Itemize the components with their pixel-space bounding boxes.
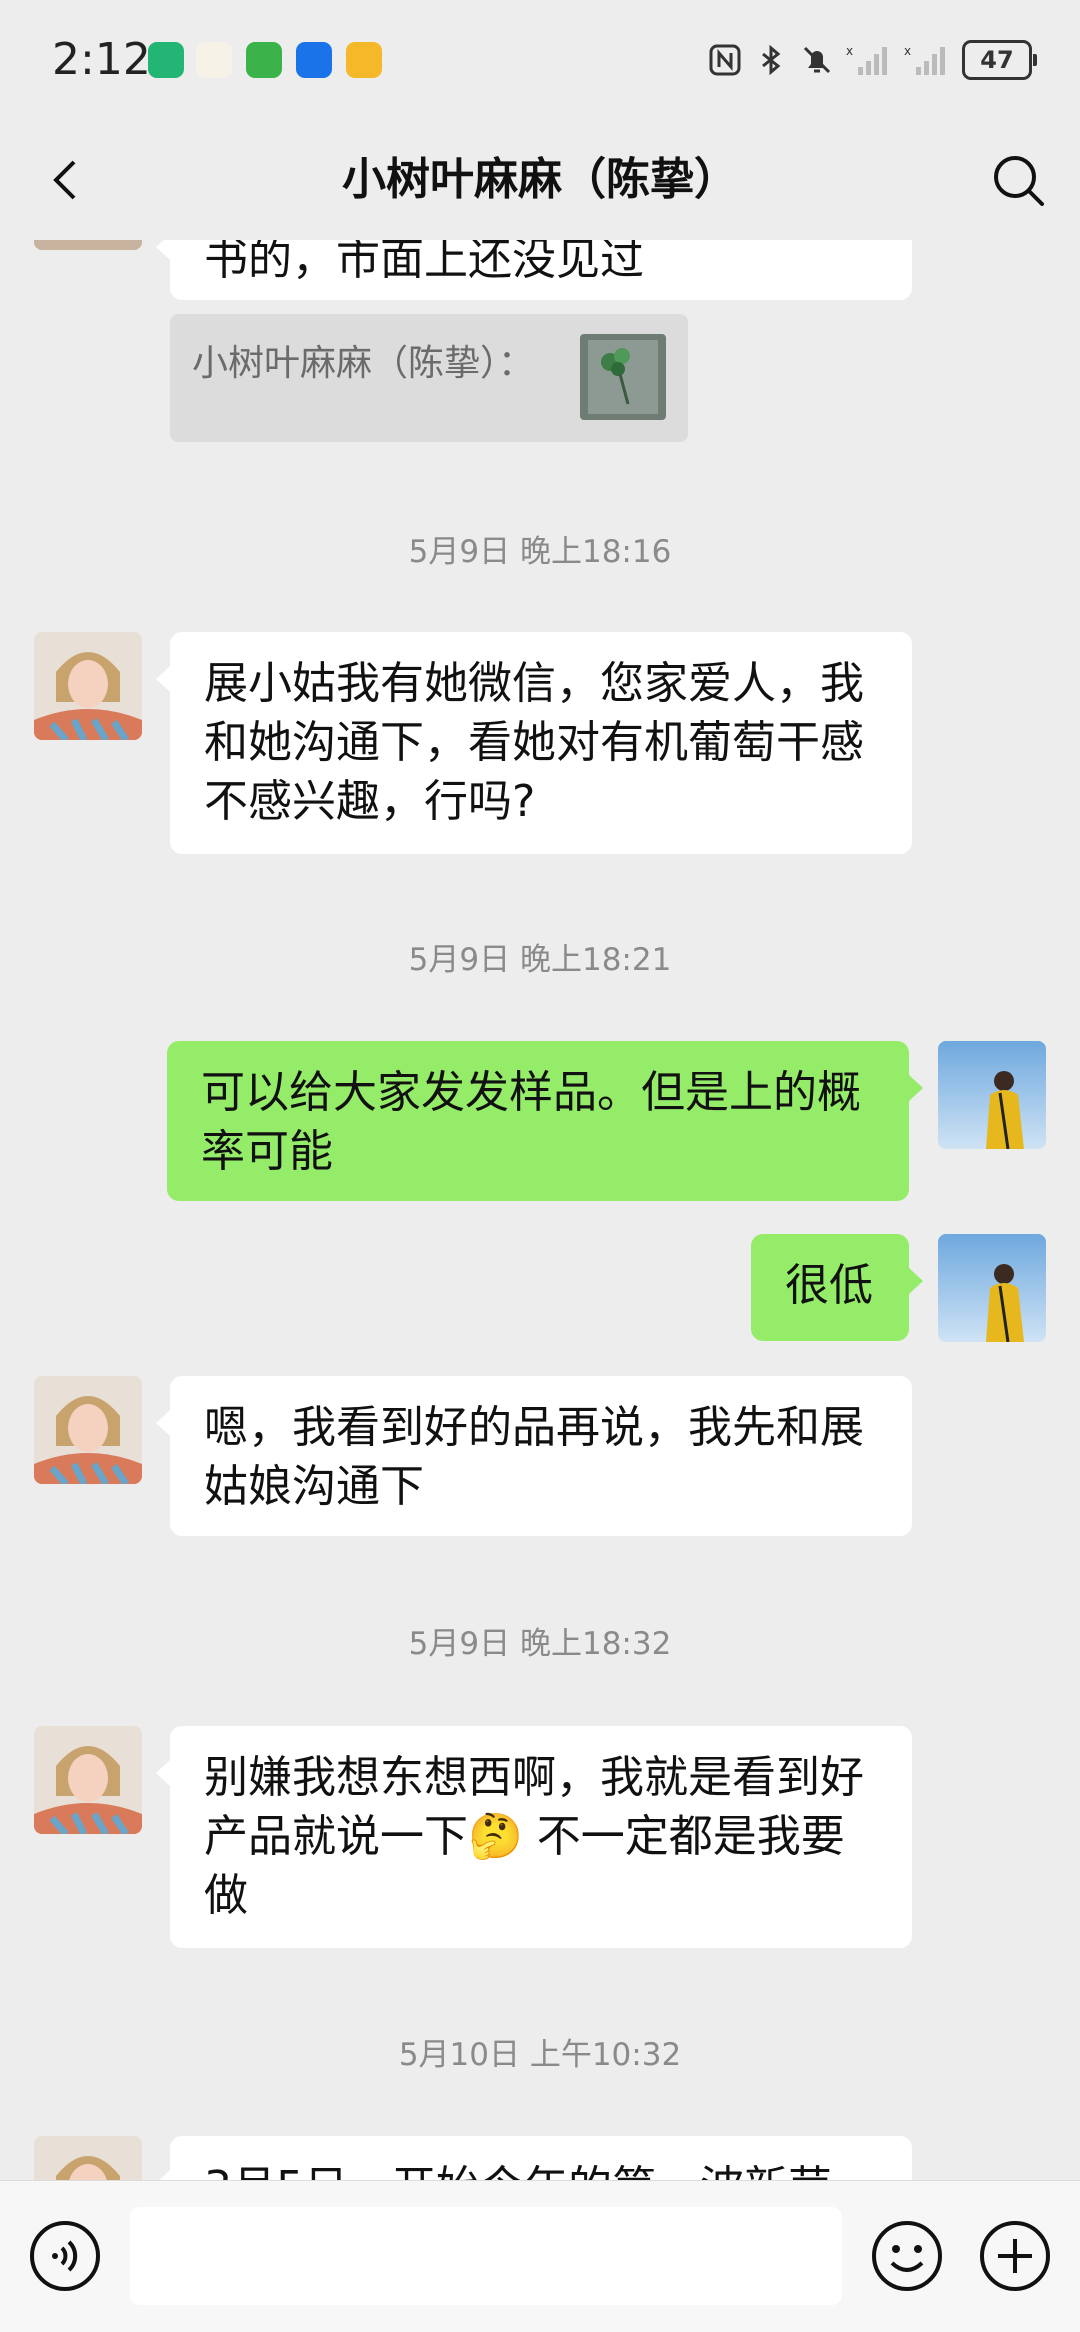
message-text: 可以给大家发发样品。但是上的概率可能	[201, 1067, 861, 1177]
voice-icon	[30, 2221, 100, 2291]
message-bubble[interactable]: 嗯，我看到好的品再说，我先和展姑娘沟通下	[156, 1376, 912, 1536]
quote-image-thumbnail[interactable]	[580, 334, 666, 420]
message-text: 3月5日，开始今年的第一波新芽	[204, 2162, 832, 2180]
timestamp: 5月9日 晚上18:16	[408, 534, 672, 570]
contact-avatar[interactable]	[34, 1726, 142, 1834]
app-notification-icon	[196, 42, 232, 78]
my-avatar[interactable]	[938, 1041, 1046, 1149]
contact-avatar[interactable]	[34, 632, 142, 740]
message-text: 很低	[785, 1260, 873, 1311]
bluetooth-icon	[754, 43, 788, 77]
search-button[interactable]	[986, 148, 1050, 212]
app-notification-icon	[148, 42, 184, 78]
message-bubble[interactable]: 书的，市面上还没见过	[156, 240, 912, 300]
contact-avatar[interactable]	[34, 2136, 142, 2180]
battery-indicator: 47	[962, 40, 1037, 80]
timestamp: 5月9日 晚上18:32	[408, 1626, 672, 1662]
message-text: 书的，市面上还没见过	[204, 240, 644, 285]
search-icon	[994, 156, 1044, 206]
signal-icon: x	[904, 43, 950, 77]
timestamp: 5月10日 上午10:32	[398, 2037, 682, 2073]
my-avatar[interactable]	[938, 1234, 1046, 1342]
more-button[interactable]	[978, 2219, 1052, 2293]
emoji-button[interactable]	[870, 2219, 944, 2293]
contact-avatar[interactable]	[34, 1376, 142, 1484]
message-text: 展小姑我有她微信，您家爱人，我和她沟通下，看她对有机葡萄干感不感兴趣，行吗?	[204, 658, 864, 827]
chat-header: 小树叶麻麻（陈挚）	[0, 120, 1080, 240]
mute-bell-icon	[800, 43, 834, 77]
timestamp: 5月9日 晚上18:21	[408, 942, 672, 978]
input-bar	[0, 2180, 1080, 2332]
message-text: 嗯，我看到好的品再说，我先和展姑娘沟通下	[204, 1402, 864, 1512]
status-time: 2:12	[52, 34, 151, 85]
message-input[interactable]	[130, 2207, 842, 2305]
message-bubble-mine[interactable]: 可以给大家发发样品。但是上的概率可能	[167, 1041, 923, 1201]
status-bar: 2:12 x x 47	[0, 0, 1080, 120]
voice-button[interactable]	[28, 2219, 102, 2293]
thinking-emoji: 🤔	[468, 1811, 523, 1862]
message-bubble[interactable]: 展小姑我有她微信，您家爱人，我和她沟通下，看她对有机葡萄干感不感兴趣，行吗?	[156, 632, 912, 854]
chat-title: 小树叶麻麻（陈挚）	[342, 154, 738, 205]
app-notification-icon	[346, 42, 382, 78]
quote-text: 小树叶麻麻（陈挚）：	[192, 343, 535, 384]
app-notification-icon	[246, 42, 282, 78]
svg-text:x: x	[846, 44, 853, 58]
message-bubble[interactable]: 3月5日，开始今年的第一波新芽	[156, 2136, 912, 2180]
contact-avatar[interactable]	[34, 240, 142, 250]
emoji-icon	[872, 2221, 942, 2291]
message-bubble[interactable]: 别嫌我想东想西啊，我就是看到好产品就说一下🤔 不一定都是我要做	[156, 1726, 912, 1948]
app-notification-icon	[296, 42, 332, 78]
plus-circle-icon	[980, 2221, 1050, 2291]
message-bubble-mine[interactable]: 很低	[751, 1234, 923, 1341]
nfc-icon	[708, 43, 742, 77]
quoted-reply[interactable]: 小树叶麻麻（陈挚）：	[170, 314, 688, 442]
signal-icon: x	[846, 43, 892, 77]
message-list[interactable]: 书的，市面上还没见过 小树叶麻麻（陈挚）： 5月9日 晚上18:16 展小姑我有…	[0, 240, 1080, 2180]
svg-text:x: x	[904, 44, 911, 58]
